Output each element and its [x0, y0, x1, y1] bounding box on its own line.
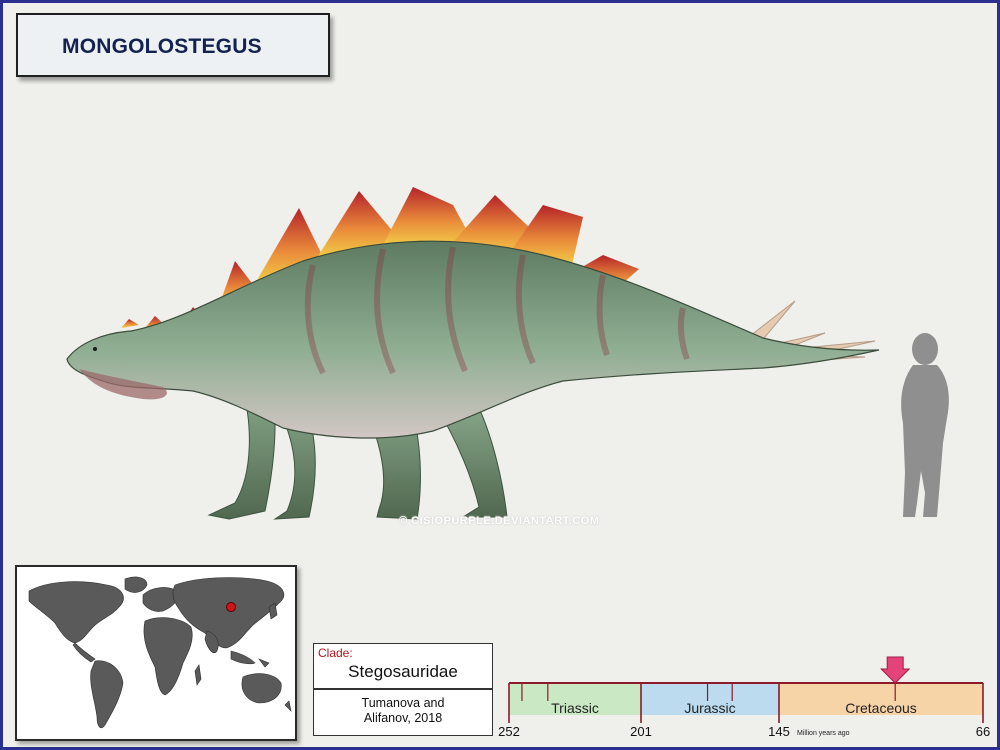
- page: MONGOLOSTEGUS © CISIOPURPLE.DEVIANTART.C…: [0, 0, 1000, 750]
- period-label-triassic: Triassic: [551, 700, 599, 716]
- geologic-timeline: Triassic Jurassic Cretaceous 252 201 145 66 Mil…: [498, 656, 990, 739]
- timeline-tick-label: 145: [768, 724, 790, 739]
- timeline-tick-label: 252: [498, 724, 520, 739]
- timeline-tick-label: 66: [976, 724, 990, 739]
- period-label-jurassic: Jurassic: [684, 700, 735, 716]
- timeline-unit-label: Million years ago: [797, 730, 850, 737]
- timeline-marker-arrow-icon: [879, 656, 911, 684]
- period-label-cretaceous: Cretaceous: [845, 700, 917, 716]
- timeline-tick-label: 201: [630, 724, 652, 739]
